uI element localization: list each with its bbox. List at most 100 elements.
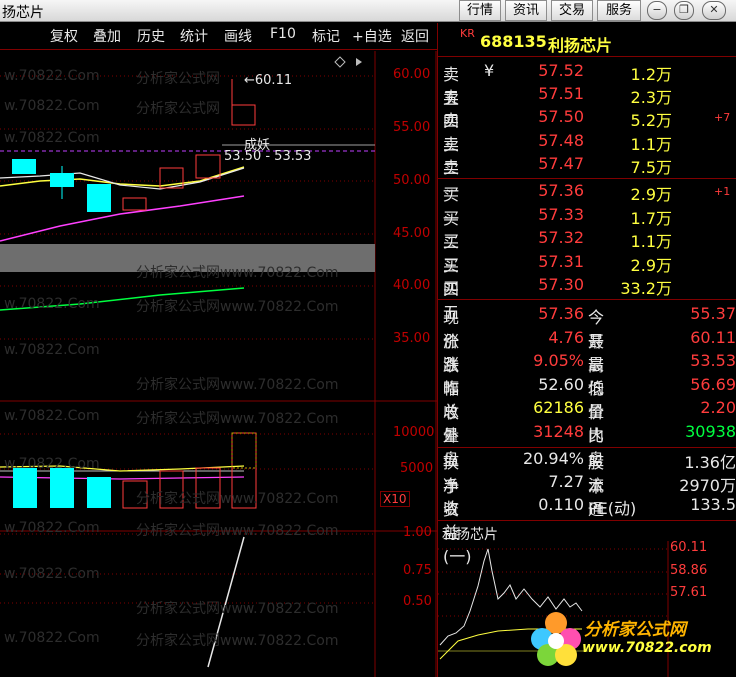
indicator-y-tick: 1.00 bbox=[403, 525, 432, 540]
ask-side-mark: +7 bbox=[714, 111, 731, 124]
watermark: 分析家公式网 bbox=[136, 101, 220, 117]
prev-close: 52.60 bbox=[538, 375, 584, 394]
watermark-logo: 分析家公式网 www.70822.com bbox=[528, 607, 736, 673]
volume-bar bbox=[50, 468, 74, 508]
add-watchlist-button[interactable]: +自选 bbox=[352, 26, 392, 46]
diamond-icon[interactable] bbox=[334, 56, 346, 68]
chart-toolbar: 复权 叠加 历史 统计 画线 F10 标记 +自选 返回 bbox=[0, 23, 437, 50]
minimize-icon[interactable]: − bbox=[647, 1, 667, 20]
avg-price: 56.69 bbox=[690, 375, 736, 394]
outer-volume: 31248 bbox=[533, 422, 584, 441]
ask-volume: 1.2万 bbox=[630, 65, 672, 84]
watermark: 分析家公式网www.70822.Com bbox=[136, 601, 339, 617]
watermark: w.70822.Com bbox=[4, 130, 100, 146]
ask-price: 57.50 bbox=[538, 107, 584, 126]
stock-code: 688135 bbox=[480, 32, 547, 51]
watermark: w.70822.Com bbox=[4, 630, 100, 646]
pe-ratio: 133.5 bbox=[690, 495, 736, 514]
low-price: 53.53 bbox=[690, 351, 736, 370]
ask-price: 57.51 bbox=[538, 84, 584, 103]
bid-volume: 33.2万 bbox=[620, 279, 672, 298]
watermark: w.70822.Com bbox=[4, 566, 100, 582]
high-price-annotation: ←60.11 bbox=[244, 73, 293, 88]
watermark: 分析家公式网www.70822.Com bbox=[136, 299, 339, 315]
stock-tag: KR bbox=[460, 27, 475, 40]
window-title: 扬芯片 bbox=[2, 5, 44, 21]
candle bbox=[195, 154, 221, 179]
bid-volume: 1.1万 bbox=[630, 232, 672, 251]
y-tick: 45.00 bbox=[393, 226, 431, 241]
watermark: 分析家公式网www.70822.Com bbox=[136, 411, 339, 427]
net-assets: 7.27 bbox=[548, 472, 584, 491]
open-price: 55.37 bbox=[690, 304, 736, 323]
watermark: 分析家公式网www.70822.Com bbox=[136, 377, 339, 393]
ask-volume: 1.1万 bbox=[630, 135, 672, 154]
y-tick: 55.00 bbox=[393, 120, 431, 135]
bid-price: 57.31 bbox=[538, 252, 584, 271]
turnover-rate: 20.94% bbox=[522, 449, 584, 468]
volume-y-tick: 5000 bbox=[400, 461, 434, 476]
draw-line-button[interactable]: 画线 bbox=[224, 26, 252, 46]
play-icon[interactable] bbox=[356, 58, 362, 66]
bid-volume: 2.9万 bbox=[630, 256, 672, 275]
f10-button[interactable]: F10 bbox=[270, 26, 296, 42]
restore-icon[interactable]: ❐ bbox=[674, 1, 694, 20]
news-button[interactable]: 资讯 bbox=[505, 0, 547, 21]
ask-marker: ¥ bbox=[484, 61, 495, 80]
quotes-panel: KR 688135 利扬芯片 卖五 ¥ 57.52 1.2万 卖四 57.51 … bbox=[438, 23, 736, 677]
panel-divider bbox=[437, 23, 438, 677]
volume-bar bbox=[13, 468, 37, 508]
ask-volume: 2.3万 bbox=[630, 88, 672, 107]
change-value: 4.76 bbox=[548, 328, 584, 347]
logo-text: 分析家公式网 bbox=[584, 620, 686, 640]
total-shares: 1.36亿 bbox=[684, 453, 736, 472]
bid-price: 57.33 bbox=[538, 205, 584, 224]
volume-bar bbox=[87, 477, 111, 508]
bid-side-mark: +1 bbox=[714, 185, 731, 198]
volume-multiplier: X10 bbox=[380, 491, 410, 507]
indicator-y-tick: 0.50 bbox=[403, 594, 432, 609]
total-volume: 62186 bbox=[533, 398, 584, 417]
service-button[interactable]: 服务 bbox=[597, 0, 641, 21]
logo-url: www.70822.com bbox=[582, 640, 712, 656]
mini-tick: 60.11 bbox=[670, 540, 708, 555]
bid-price: 57.32 bbox=[538, 228, 584, 247]
watermark: w.70822.Com bbox=[4, 98, 100, 114]
candle bbox=[122, 197, 147, 211]
volume-bar-forecast bbox=[231, 432, 257, 469]
ask-price: 57.47 bbox=[538, 154, 584, 173]
y-tick: 40.00 bbox=[393, 278, 431, 293]
candle bbox=[231, 104, 256, 126]
watermark: w.70822.Com bbox=[4, 342, 100, 358]
ask-price: 57.52 bbox=[538, 61, 584, 80]
y-tick: 60.00 bbox=[393, 67, 431, 82]
close-icon[interactable]: ✕ bbox=[702, 1, 726, 20]
candle bbox=[12, 159, 36, 174]
mark-button[interactable]: 标记 bbox=[312, 26, 340, 46]
bid-price: 57.36 bbox=[538, 181, 584, 200]
stats-button[interactable]: 统计 bbox=[180, 26, 208, 46]
mini-tick: 58.86 bbox=[670, 563, 708, 578]
ask-volume: 7.5万 bbox=[630, 158, 672, 177]
watermark: w.70822.Com bbox=[4, 296, 100, 312]
watermark: 分析家公式网www.70822.Com bbox=[136, 265, 339, 281]
back-button[interactable]: 返回 bbox=[401, 26, 429, 46]
ask-volume: 5.2万 bbox=[630, 111, 672, 130]
current-price: 57.36 bbox=[538, 304, 584, 323]
bid-volume: 2.9万 bbox=[630, 185, 672, 204]
watermark: 分析家公式网www.70822.Com bbox=[136, 523, 339, 539]
quotes-button[interactable]: 行情 bbox=[459, 0, 501, 21]
mini-tick: 57.61 bbox=[670, 585, 708, 600]
ask-price: 57.48 bbox=[538, 131, 584, 150]
bid-price: 57.30 bbox=[538, 275, 584, 294]
candle bbox=[87, 184, 111, 212]
trade-button[interactable]: 交易 bbox=[551, 0, 593, 21]
indicator-y-tick: 0.75 bbox=[403, 563, 432, 578]
change-percent: 9.05% bbox=[533, 351, 584, 370]
history-button[interactable]: 历史 bbox=[137, 26, 165, 46]
watermark: w.70822.Com bbox=[4, 456, 100, 472]
volume-ratio: 2.20 bbox=[700, 398, 736, 417]
restore-rights-button[interactable]: 复权 bbox=[50, 26, 78, 46]
overlay-button[interactable]: 叠加 bbox=[93, 26, 121, 46]
y-tick: 35.00 bbox=[393, 331, 431, 346]
